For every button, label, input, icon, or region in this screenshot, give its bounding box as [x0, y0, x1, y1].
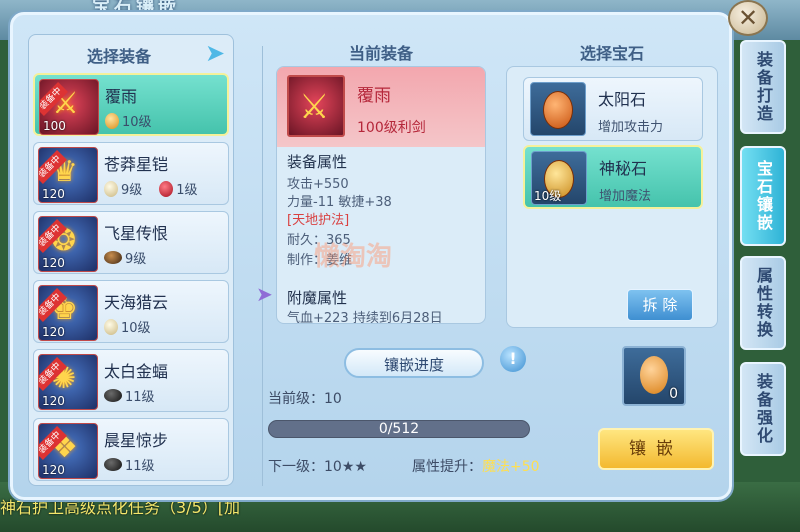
select-gem-title: 选择宝石	[579, 44, 644, 63]
list-item[interactable]: ❂ 装备中 120 飞星传恨 9级	[33, 211, 229, 274]
gem-description: 增加攻击力	[598, 120, 664, 135]
gem-level: 11级	[125, 390, 155, 405]
arrow-right-icon[interactable]: ➤	[205, 41, 231, 65]
item-level: 120	[42, 325, 65, 339]
attribute-gain-text: 属性提升：	[412, 459, 482, 475]
gem-info: 9级	[104, 248, 146, 267]
item-level: 120	[42, 187, 65, 201]
gem-name: 太阳石	[598, 90, 647, 109]
gem-name: 神秘石	[599, 159, 648, 178]
tab-equipment-forge[interactable]: 装备打造	[740, 40, 786, 134]
enchant-line: 气血+223 持续到6月28日	[287, 311, 443, 324]
divider	[262, 46, 263, 486]
current-item-type: 100级利剑	[357, 120, 426, 136]
equipment-list-title: 选择装备	[86, 47, 151, 66]
next-level: 下一级：10★★	[268, 459, 367, 475]
remove-button[interactable]: 拆 除	[627, 289, 693, 321]
gem-thumbnail: 10级	[531, 151, 587, 205]
attribute-gain-value: 魔法+50	[482, 459, 540, 475]
item-thumbnail: ♚ 装备中 120	[38, 285, 98, 341]
gem-info: 10级	[105, 111, 152, 130]
gem-thumbnail	[530, 82, 586, 136]
item-name: 天海猎云	[104, 293, 169, 312]
watermark: 懒淘淘	[314, 242, 393, 272]
current-item-thumbnail: ⚔	[287, 75, 345, 137]
item-name: 飞星传恨	[104, 224, 169, 243]
gem-level: 11级	[125, 459, 155, 474]
tab-gem-inlay[interactable]: 宝石镶嵌	[740, 146, 786, 246]
gem-icon	[104, 389, 122, 402]
gem-level: 1级	[176, 183, 198, 198]
gem-slot[interactable]: 0	[622, 346, 686, 406]
gem-level: 10级	[122, 115, 152, 130]
item-thumbnail: ❖ 装备中 120	[38, 423, 98, 479]
gem-info: 10级	[104, 317, 151, 336]
list-item[interactable]: ⚔ 装备中 100 覆雨 10级	[33, 73, 229, 136]
current-equipment-header: ⚔ 覆雨 100级利剑	[277, 67, 485, 147]
gem-card[interactable]: 10级 神秘石 增加魔法	[523, 145, 703, 209]
list-item[interactable]: ♛ 装备中 120 苍莽星铠 9级 1级	[33, 142, 229, 205]
gem-list: 太阳石 增加攻击力 10级 神秘石 增加魔法 拆 除	[506, 66, 718, 328]
sword-icon: ⚔	[299, 87, 330, 127]
tab-attribute-convert[interactable]: 属性转换	[740, 256, 786, 350]
equipment-list: 选择装备 ➤ ⚔ 装备中 100 覆雨 10级 ♛ 装备中 120 苍莽星铠 9…	[28, 34, 234, 486]
current-item-name: 覆雨	[357, 86, 391, 106]
progress-title: 镶嵌进度	[383, 356, 444, 374]
attribute-line: 攻击+550	[287, 177, 349, 192]
gem-level: 10级	[121, 321, 151, 336]
progress-label-box: 镶嵌进度	[344, 348, 484, 378]
item-name: 晨星惊步	[104, 431, 169, 450]
gem-icon	[104, 180, 118, 197]
gem-level: 9级	[121, 183, 143, 198]
item-level: 120	[42, 256, 65, 270]
item-level: 120	[42, 463, 65, 477]
gem-count: 0	[669, 386, 678, 402]
gem-icon	[104, 318, 118, 335]
pointer-cursor-icon: ➤	[256, 282, 273, 306]
progress-value: 0/512	[378, 421, 420, 437]
current-equipment-panel: ⚔ 覆雨 100级利剑 装备属性 攻击+550 力量-11 敏捷+38 [天地护…	[276, 66, 486, 324]
inlay-button[interactable]: 镶嵌	[598, 428, 714, 470]
sun-stone-icon	[543, 91, 573, 129]
gem-description: 增加魔法	[599, 189, 652, 204]
attribute-gain-label: 属性提升：魔法+50	[412, 456, 540, 476]
gem-info: 11级	[104, 386, 155, 405]
item-thumbnail: ♛ 装备中 120	[38, 147, 98, 203]
gem-level: 9级	[125, 252, 147, 267]
gem-icon	[640, 356, 668, 394]
gem-icon	[105, 112, 119, 129]
item-thumbnail: ❂ 装备中 120	[38, 216, 98, 272]
item-thumbnail: ✺ 装备中 120	[38, 354, 98, 410]
item-name: 覆雨	[105, 87, 138, 106]
item-level: 100	[43, 119, 66, 133]
enchant-title: 附魔属性	[287, 289, 348, 307]
list-item[interactable]: ✺ 装备中 120 太白金蝠 11级	[33, 349, 229, 412]
attributes-title: 装备属性	[287, 153, 348, 171]
gem-info: 11级	[104, 455, 155, 474]
info-icon[interactable]: !	[500, 346, 526, 372]
gem-card[interactable]: 太阳石 增加攻击力	[523, 77, 703, 141]
list-item[interactable]: ♚ 装备中 120 天海猎云 10级	[33, 280, 229, 343]
current-level: 当前级：10	[268, 391, 342, 407]
item-name: 苍莽星铠	[104, 155, 169, 174]
attribute-line: 力量-11 敏捷+38	[287, 195, 392, 210]
item-thumbnail: ⚔ 装备中 100	[39, 79, 99, 135]
gem-icon	[104, 458, 122, 471]
item-level: 120	[42, 394, 65, 408]
current-equipment-title: 当前装备	[348, 44, 413, 63]
gem-info: 9级 1级	[104, 179, 198, 198]
gem-level: 10级	[534, 189, 562, 203]
list-item[interactable]: ❖ 装备中 120 晨星惊步 11级	[33, 418, 229, 481]
attribute-special: [天地护法]	[287, 213, 350, 228]
tab-equipment-enhance[interactable]: 装备强化	[740, 362, 786, 456]
ruby-gem-icon	[159, 180, 174, 197]
item-name: 太白金蝠	[104, 362, 169, 381]
gem-icon	[104, 251, 122, 264]
close-icon[interactable]: ✕	[728, 0, 768, 36]
